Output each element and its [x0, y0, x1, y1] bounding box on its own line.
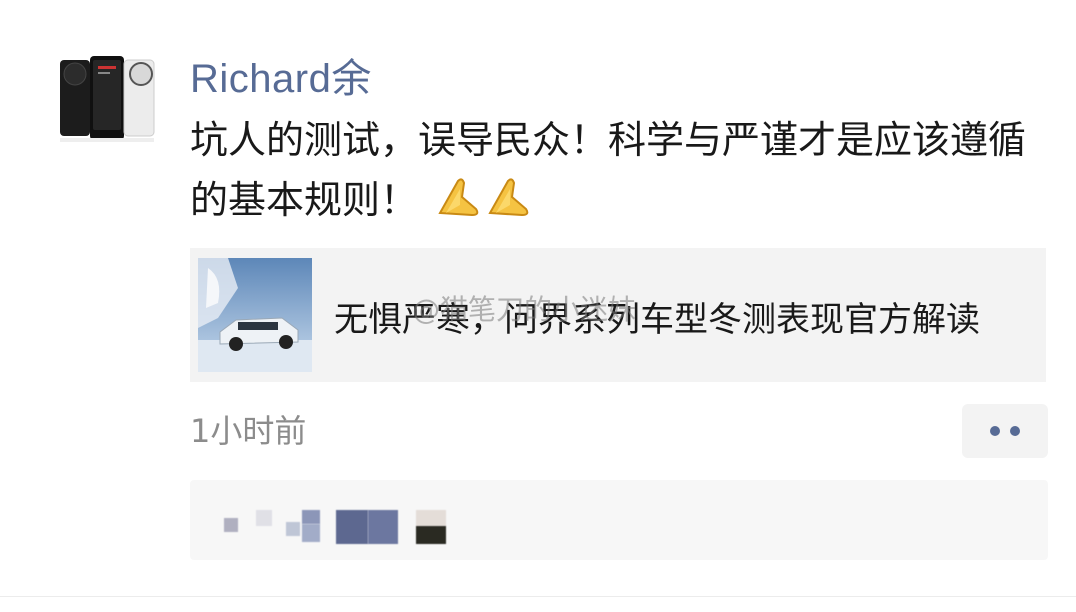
- praying-hands-emoji-group: [436, 175, 534, 219]
- avatar-image: [60, 56, 155, 142]
- divider: [0, 596, 1076, 597]
- praying-hands-icon: [438, 178, 479, 217]
- mosaic-block: [416, 526, 446, 544]
- praying-hands-icon: [488, 178, 529, 217]
- post-text: 坑人的测试，误导民众！科学与严谨才是应该遵循的基本规则！: [190, 110, 1030, 230]
- more-dots-icon: [990, 426, 1000, 436]
- mosaic-block: [256, 510, 272, 526]
- mosaic-block: [302, 510, 320, 524]
- car-thumbnail-image: [198, 258, 312, 372]
- mosaic-block: [368, 510, 398, 544]
- link-thumbnail: [198, 258, 312, 372]
- watermark: @猫笔刀的小迷妹: [412, 293, 637, 326]
- more-dots-icon: [1010, 426, 1020, 436]
- post-text-content: 坑人的测试，误导民众！科学与严谨才是应该遵循的基本规则！: [190, 118, 1027, 222]
- avatar[interactable]: [56, 52, 160, 144]
- more-button[interactable]: [962, 404, 1048, 458]
- mosaic-block: [224, 518, 238, 532]
- mosaic-block: [336, 510, 368, 544]
- likes-comment-area[interactable]: [190, 480, 1048, 560]
- mosaic-block: [286, 522, 300, 536]
- mosaic-block: [302, 524, 320, 542]
- timestamp: 1小时前: [190, 412, 307, 450]
- username[interactable]: Richard余: [190, 46, 372, 104]
- top-edge: [0, 0, 1076, 6]
- mosaic-block: [416, 510, 446, 526]
